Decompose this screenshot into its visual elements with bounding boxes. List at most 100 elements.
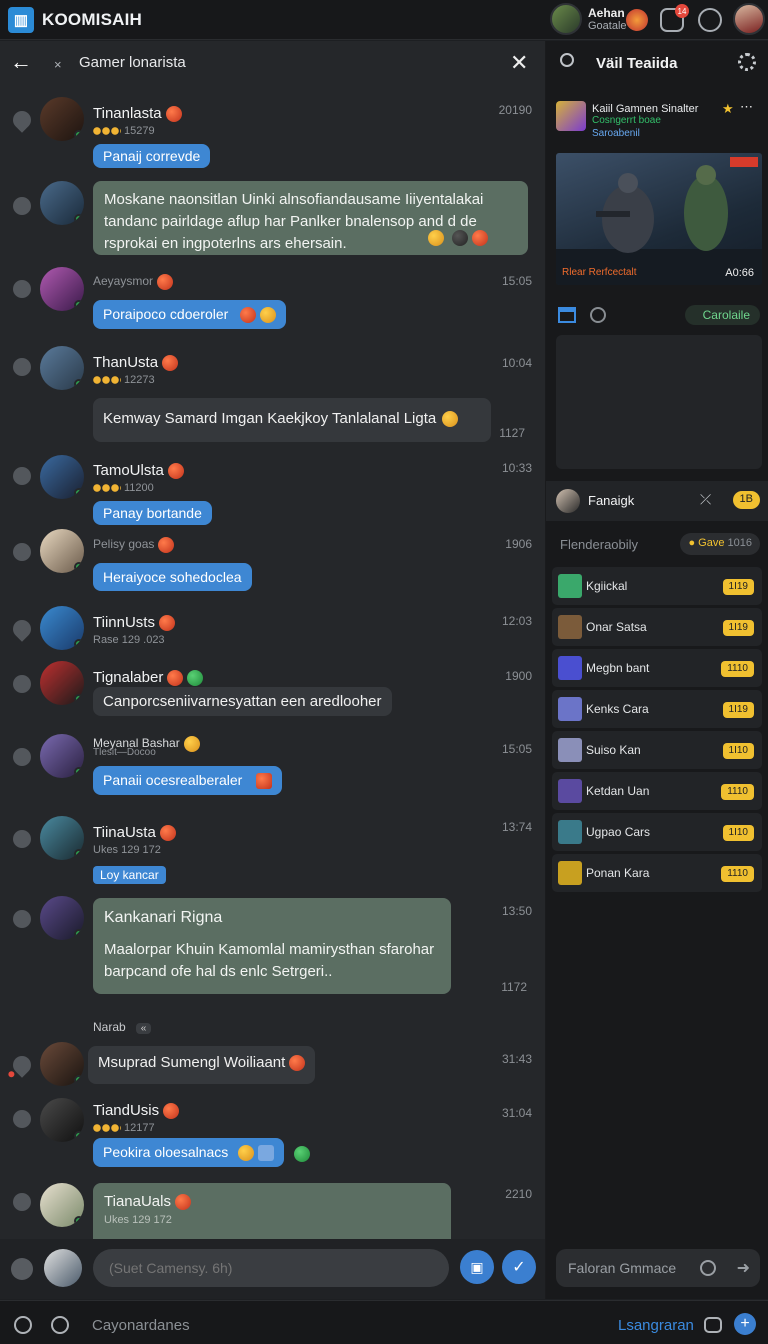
attach-icon[interactable] [11,1258,33,1280]
home-icon[interactable] [558,307,576,323]
gear-icon[interactable] [738,53,756,71]
message-author: Kankanari Rigna [104,909,223,926]
close-icon[interactable]: ✕ [510,50,528,76]
emoji-icon [162,355,179,372]
online-indicator [74,488,84,498]
reply-icon[interactable] [13,543,31,561]
reply-icon[interactable] [13,467,31,485]
my-avatar[interactable] [44,1249,82,1287]
keyboard-icon[interactable] [704,1317,722,1333]
reply-icon[interactable] [13,830,31,848]
leaderboard-row[interactable]: Ketdan Uan 1110 [552,772,762,810]
collapse-icon[interactable]: « [135,1023,152,1034]
message-author: Aeyaysmor [93,274,174,290]
avatar[interactable] [40,896,84,940]
message-bubble[interactable]: Kemway Samard Imgan Kaekjkoy Tanlalanal … [93,398,491,442]
message: TiinnUsts Rase 129 .023 12:03 [0,606,545,656]
reply-icon[interactable] [13,280,31,298]
pin-icon[interactable] [9,1052,35,1078]
back-arrow-icon[interactable]: ← [10,50,34,74]
avatar[interactable] [40,734,84,778]
leaderboard-row[interactable]: Ponan Kara 1110 [552,854,762,892]
leaderboard-badge[interactable]: ● Gave 1016 [680,533,760,555]
category-button[interactable]: Carolaile [684,305,760,325]
app-logo-icon[interactable]: ▥ [8,7,34,33]
emoji-icon [260,307,277,324]
message-bubble[interactable]: TianaUals Ukes 129 172 [93,1183,451,1239]
message-bubble[interactable]: Peokira oloesalnacs [93,1138,285,1168]
emoji-icon [159,825,176,842]
message-bubble[interactable]: Heraiyoce sohedoclea [93,563,252,591]
avatar[interactable] [40,529,84,573]
online-indicator [74,214,84,224]
reply-icon[interactable] [13,675,31,693]
game-thumbnail [556,101,586,131]
leaderboard-row[interactable]: Kenks Cara 1I19 [552,690,762,728]
language-link[interactable]: Lsangraran [618,1317,694,1334]
stream-card[interactable]: Kaiil Gamnen Sinalter Cosngerrt boae Sar… [556,97,762,287]
reply-icon[interactable] [13,197,31,215]
reply-icon[interactable] [13,910,31,928]
swap-icon[interactable]: ⤫ [700,491,711,508]
send-button[interactable]: ✓ [502,1250,536,1284]
search-icon[interactable] [560,53,574,67]
reply-icon[interactable] [13,748,31,766]
leaderboard-row[interactable]: Kgiickal 1I19 [552,567,762,605]
current-user-row[interactable]: Fanaigk ⤫ 1B [546,481,768,521]
achievement-icon[interactable] [626,9,648,31]
emoji-icon [163,1103,180,1120]
message-bubble[interactable]: Moskane naonsitlan Uinki alnsofiandausam… [93,181,528,255]
message: TiandUsis 12177 31:04 Peokira oloesalnac… [0,1096,545,1176]
video-player[interactable]: Rlear Rerfcectalt A0:66 [556,153,762,285]
more-icon[interactable]: ⋯ [740,99,753,115]
avatar[interactable] [40,1183,84,1227]
avatar[interactable] [40,1098,84,1142]
message-bubble[interactable]: Panay bortande [93,501,212,525]
avatar[interactable] [40,267,84,311]
pin-icon[interactable] [9,107,35,133]
message-author: Narab « [93,1020,152,1034]
avatar[interactable] [40,1042,84,1086]
avatar[interactable] [40,97,84,141]
message-bubble[interactable]: Kankanari Rigna Maalorpar Khuin Kamomlal… [93,898,451,994]
message-bubble[interactable]: Loy kancar [93,866,166,884]
user-avatar[interactable] [550,3,582,35]
reply-icon[interactable] [13,358,31,376]
leaderboard-row[interactable]: Ugpao Cars 1I10 [552,813,762,851]
info-icon[interactable] [14,1316,32,1334]
avatar[interactable] [40,455,84,499]
message-bubble[interactable]: Panaij correvde [93,144,211,168]
add-button[interactable]: + [734,1313,756,1335]
message-bubble[interactable]: Msuprad Sumengl Woiliaant [88,1046,316,1084]
settings-icon[interactable] [698,8,722,32]
message-bubble[interactable]: Canporcseniivarnesyattan een aredlooher [93,687,392,716]
message-input[interactable] [93,1249,449,1287]
avatar[interactable] [40,181,84,225]
star-icon[interactable]: ★ [722,101,734,117]
avatar[interactable] [40,346,84,390]
message-bubble[interactable]: Panaii ocesrealberaler [93,766,283,796]
panel-compose[interactable]: Faloran Gmmace ➜ [556,1249,760,1287]
link-icon[interactable] [590,307,606,323]
stream-author[interactable]: Saroabenil [592,128,640,139]
player-points: 1I19 [722,579,754,595]
pin-icon[interactable] [9,616,35,642]
emoji-icon [289,1055,306,1072]
avatar[interactable] [40,816,84,860]
clock-icon[interactable] [51,1316,69,1334]
leaderboard-row[interactable]: Suiso Kan 1I10 [552,731,762,769]
message: TianaUals Ukes 129 172 2210 [0,1179,545,1239]
profile-avatar[interactable] [733,3,765,35]
leaderboard-row[interactable]: Megbn bant 1110 [552,649,762,687]
avatar[interactable] [40,661,84,705]
reply-icon[interactable] [13,1193,31,1211]
emoji-picker-icon[interactable] [700,1260,716,1276]
media-button[interactable]: ▣ [460,1250,494,1284]
message-bubble[interactable]: Poraipoco cdoeroler [93,300,287,330]
avatar[interactable] [40,606,84,650]
message-text: Moskane naonsitlan Uinki alnsofiandausam… [104,191,484,252]
send-icon[interactable]: ➜ [737,1258,750,1278]
leaderboard-row[interactable]: Onar Satsa 1I19 [552,608,762,646]
clear-search-icon[interactable]: × [54,57,62,72]
reply-icon[interactable] [13,1110,31,1128]
